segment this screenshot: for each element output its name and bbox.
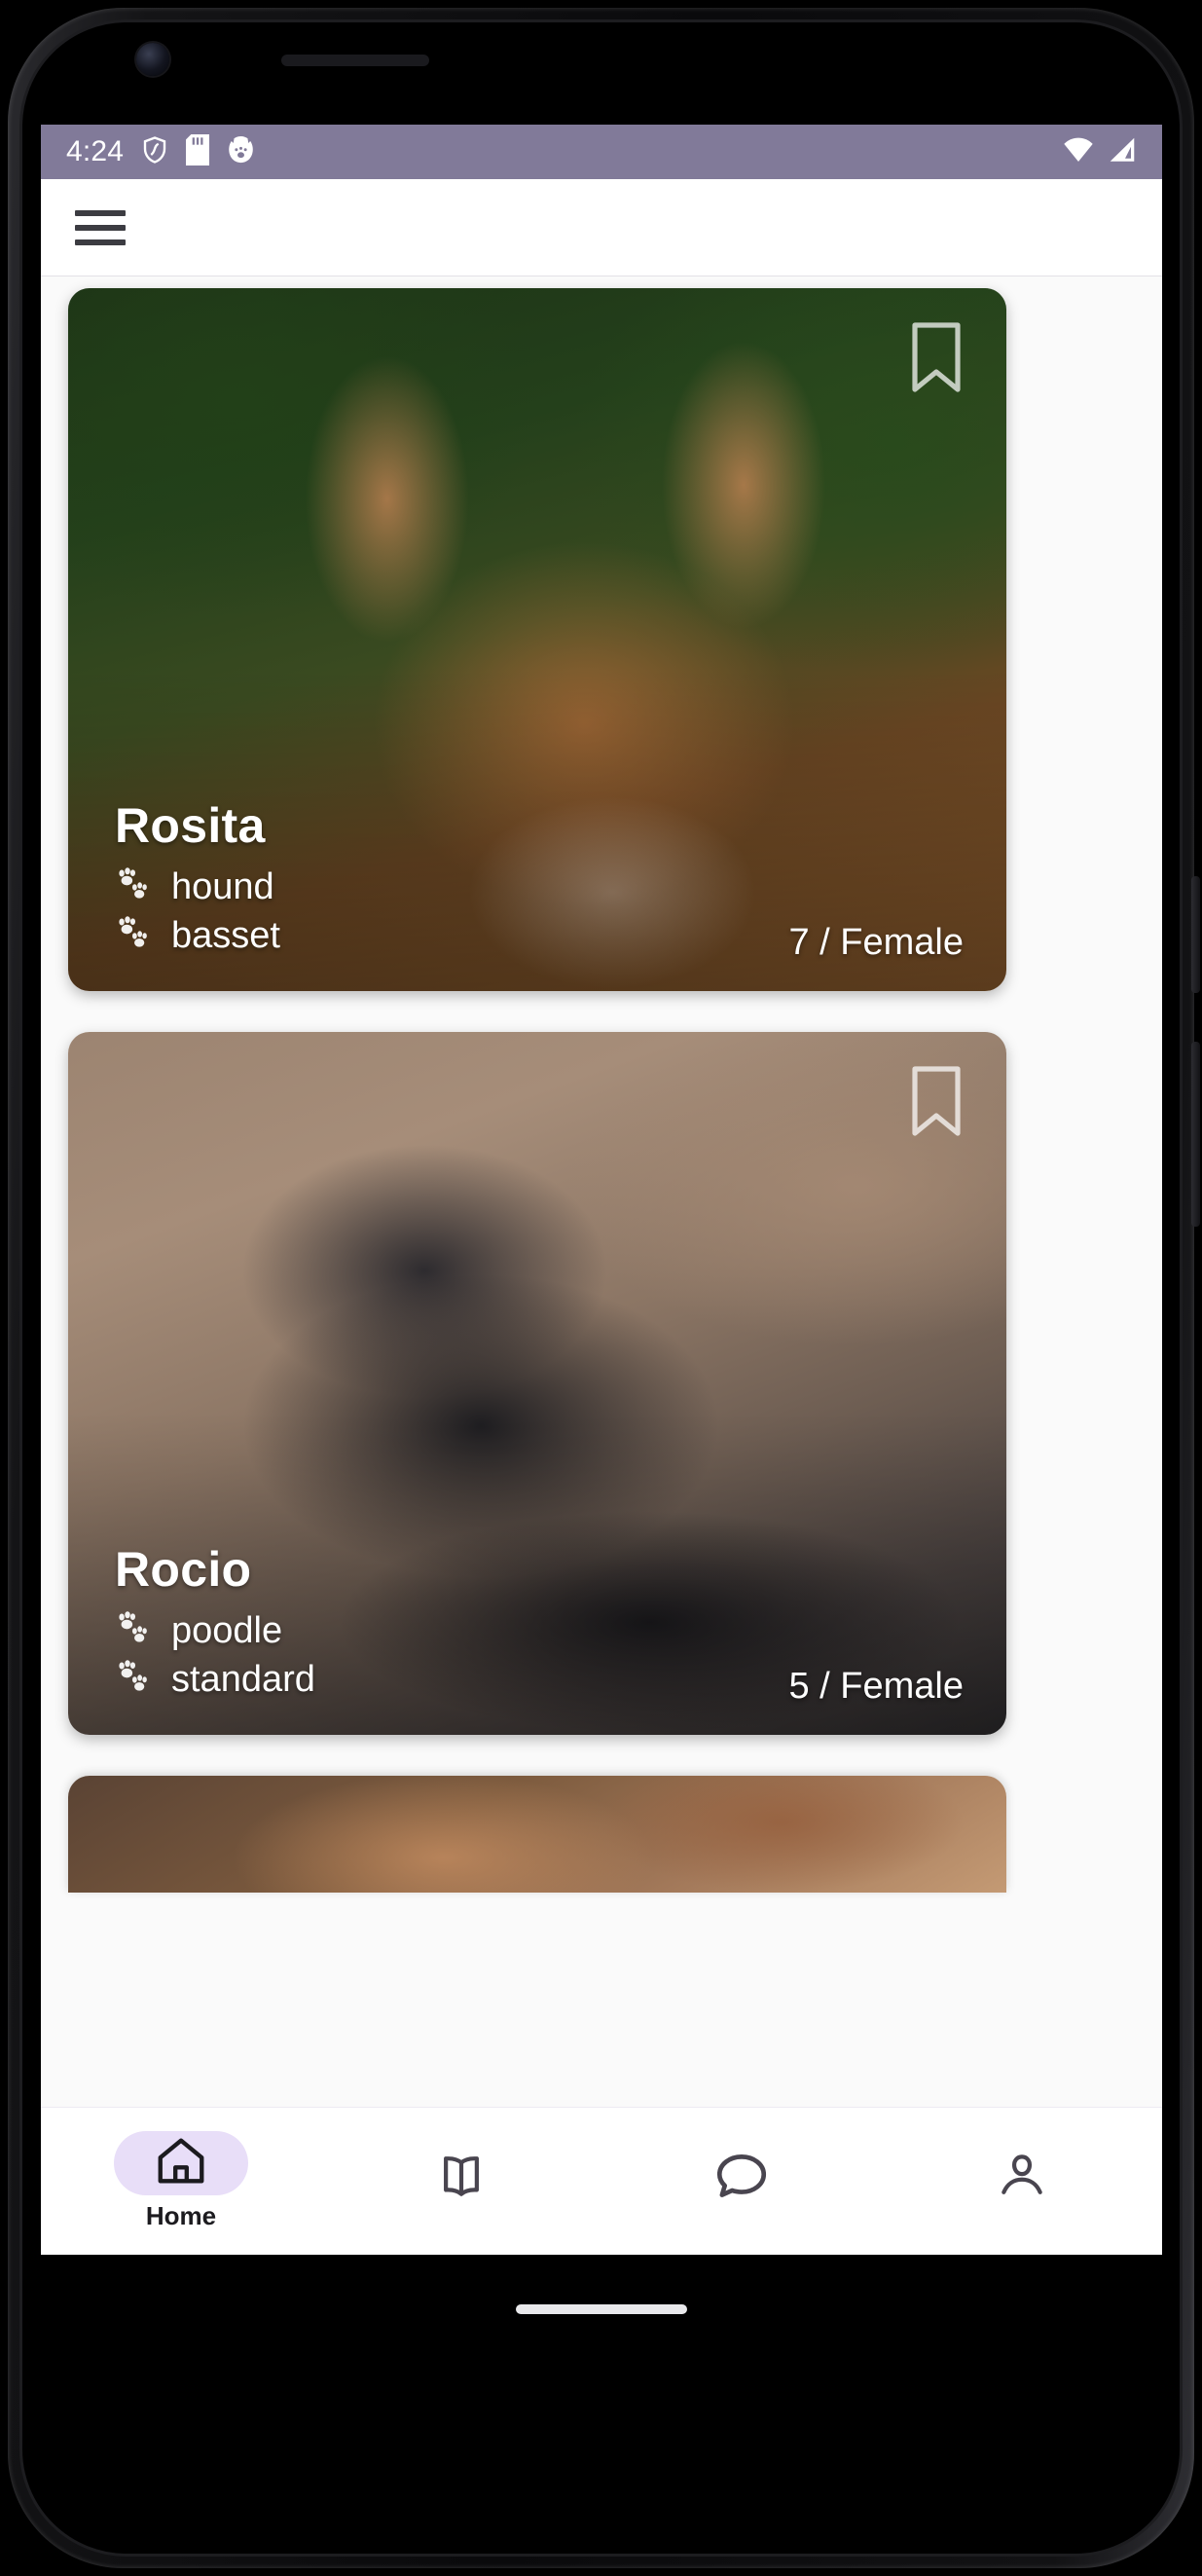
paw-prints-icon [115,914,156,958]
hamburger-menu-icon[interactable] [75,198,135,258]
pet-card-partial[interactable] [68,1776,1006,1893]
paw-prints-icon [115,1609,156,1653]
sd-card-icon [186,133,210,170]
breed-row-primary: poodle [115,1609,967,1653]
status-bar-right-group [1062,136,1137,168]
pet-breed-secondary: standard [171,1659,315,1700]
nav-pill [394,2147,528,2211]
pet-age-gender: 5 / Female [788,1666,964,1707]
paw-prints-icon [115,865,156,909]
pet-card[interactable]: Rocio poodle standard 5 / Female [68,1032,1006,1735]
wifi-icon [1062,136,1095,168]
system-gesture-bar [41,2255,1162,2364]
status-bar-left-group: 4:24 [66,133,256,170]
status-bar-clock: 4:24 [66,135,125,167]
phone-shell: 4:24 Rosita hound basset 7 / Female Roci… [0,0,1202,2576]
nav-active-pill [114,2131,248,2195]
pet-face-icon [226,134,256,169]
person-icon [995,2149,1049,2208]
pet-breed-primary: hound [171,866,274,907]
nav-pill [955,2147,1089,2211]
breed-row-primary: hound [115,865,967,909]
pet-name: Rosita [115,798,266,853]
pet-name: Rocio [115,1542,252,1597]
shield-icon [140,134,169,170]
book-icon [434,2149,489,2208]
nav-pill [674,2147,809,2211]
phone-screen: 4:24 Rosita hound basset 7 / Female Roci… [41,125,1162,2364]
pet-breed-primary: poodle [171,1610,283,1651]
menu-line [75,224,126,231]
pet-age-gender: 7 / Female [788,922,964,963]
pet-card-list[interactable]: Rosita hound basset 7 / Female Rocio poo… [41,276,1162,2107]
cellular-signal-icon [1108,136,1137,168]
pet-photo [68,1776,1006,1893]
nav-item-library[interactable] [321,2108,601,2255]
nav-label-home: Home [145,2201,217,2230]
nav-item-home[interactable]: Home [41,2108,321,2255]
menu-line [75,239,126,245]
power-button[interactable] [1191,876,1200,993]
earpiece-speaker [281,55,429,66]
volume-button[interactable] [1191,1042,1200,1227]
pet-breed-secondary: basset [171,915,280,956]
paw-prints-icon [115,1658,156,1702]
nav-item-profile[interactable] [882,2108,1162,2255]
bottom-navigation-bar: Home [41,2107,1162,2255]
front-camera-icon [136,43,169,76]
pet-card[interactable]: Rosita hound basset 7 / Female [68,288,1006,991]
app-bar [41,179,1162,276]
home-icon [153,2133,209,2194]
bookmark-button[interactable] [909,321,964,395]
gesture-handle[interactable] [516,2304,687,2314]
chat-bubble-icon [711,2146,772,2211]
status-bar: 4:24 [41,125,1162,179]
menu-line [75,209,126,216]
nav-item-messages[interactable] [601,2108,882,2255]
bookmark-button[interactable] [909,1065,964,1139]
